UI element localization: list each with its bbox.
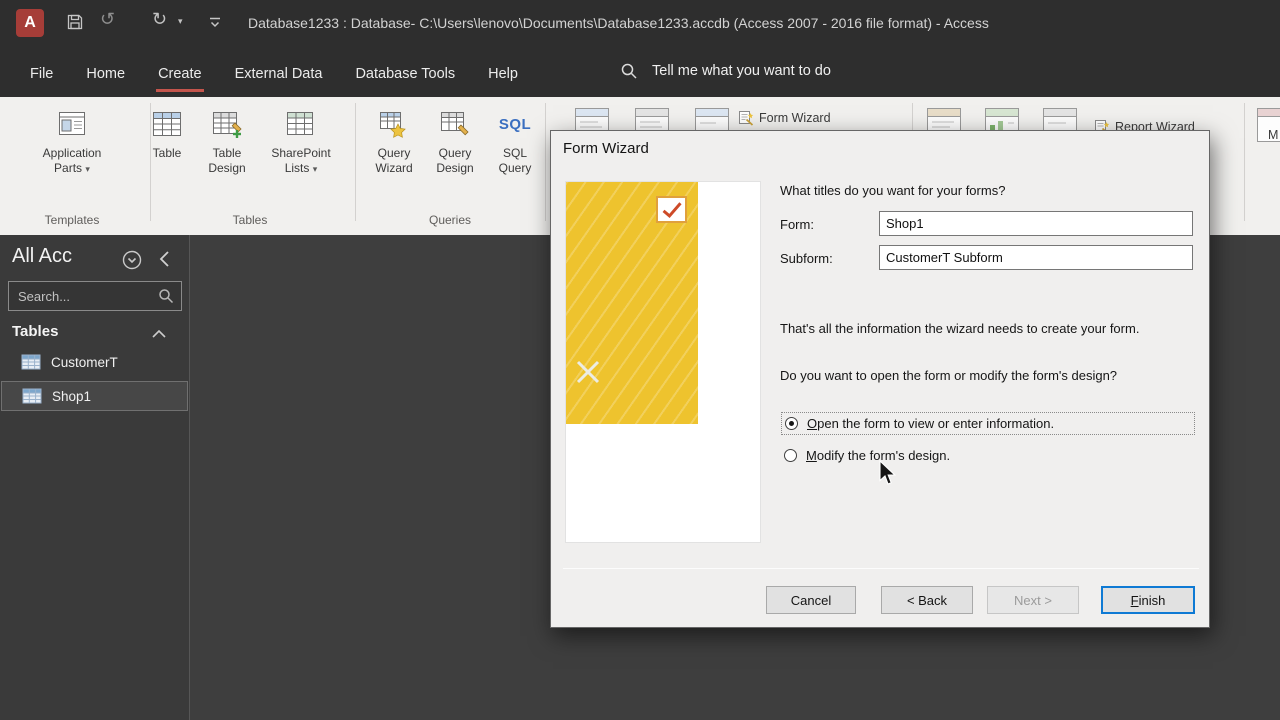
table-icon xyxy=(22,388,42,404)
query-design-icon xyxy=(440,107,470,141)
wizard-preview-image xyxy=(566,182,698,424)
table-icon xyxy=(152,107,182,141)
tell-me-label: Tell me what you want to do xyxy=(652,63,831,79)
application-parts-button[interactable]: Application Parts ▾ xyxy=(30,107,114,175)
tab-home[interactable]: Home xyxy=(84,53,127,92)
form-label: Form: xyxy=(780,217,814,232)
tab-file[interactable]: File xyxy=(28,53,55,92)
tab-external-data[interactable]: External Data xyxy=(233,53,325,92)
group-divider xyxy=(545,103,546,221)
customize-quick-access-icon[interactable] xyxy=(208,16,222,30)
navigation-pane: All Acc Tables CustomerT xyxy=(0,235,190,720)
search-input[interactable] xyxy=(8,281,182,311)
query-wizard-button[interactable]: Query Wizard xyxy=(362,107,426,175)
table-button[interactable]: Table xyxy=(139,107,195,161)
partial-group-label: M xyxy=(1268,128,1279,142)
sharepoint-lists-button[interactable]: SharePoint Lists ▾ xyxy=(263,107,339,175)
nav-item-customert[interactable]: CustomerT xyxy=(1,347,188,377)
button-label: Table Design xyxy=(208,146,246,175)
access-logo-icon: A xyxy=(16,9,44,37)
table-design-icon xyxy=(212,107,242,141)
radio-open-label: Open the form to view or enter informati… xyxy=(807,416,1055,431)
close-pane-icon[interactable] xyxy=(158,249,170,269)
tab-create[interactable]: Create xyxy=(156,53,204,92)
x-mark-icon xyxy=(574,358,602,386)
subform-name-input[interactable] xyxy=(879,245,1193,270)
nav-item-shop1[interactable]: Shop1 xyxy=(1,381,188,411)
back-button[interactable]: < Back xyxy=(881,586,973,614)
mouse-cursor xyxy=(878,460,898,488)
tell-me-box[interactable]: Tell me what you want to do xyxy=(620,62,831,80)
form-wizard-label: Form Wizard xyxy=(759,111,831,125)
chevron-up-icon[interactable] xyxy=(152,330,166,338)
undo-icon[interactable]: ↺ xyxy=(100,9,115,30)
button-label: Query Wizard xyxy=(375,146,413,175)
ribbon-tabs: File Home Create External Data Database … xyxy=(28,48,520,97)
section-header-tables[interactable]: Tables xyxy=(12,323,58,340)
button-label: Query Design xyxy=(436,146,474,175)
window-title: Database1233 : Database- C:\Users\lenovo… xyxy=(248,15,989,31)
cancel-button[interactable]: Cancel xyxy=(766,586,856,614)
nav-pane-title: All Acc xyxy=(12,245,73,267)
dialog-separator xyxy=(563,568,1199,569)
button-label: SQL Query xyxy=(498,146,532,175)
access-window: A ↺ ↻ ▾ Database1233 : Database- C:\User… xyxy=(0,0,1280,720)
form-wizard-icon xyxy=(738,110,754,126)
title-bar: A ↺ ↻ ▾ Database1233 : Database- C:\User… xyxy=(0,0,1280,48)
application-parts-icon xyxy=(57,107,87,141)
titles-question: What titles do you want for your forms? xyxy=(780,183,1006,198)
group-divider xyxy=(1244,103,1245,221)
dialog-title: Form Wizard xyxy=(563,140,649,157)
search-icon xyxy=(158,288,174,304)
tab-help[interactable]: Help xyxy=(486,53,520,92)
button-label: Table xyxy=(152,146,182,160)
nav-pane-menu-icon[interactable] xyxy=(122,250,142,270)
form-wizard-dialog: Form Wizard What titles do you want for … xyxy=(550,130,1210,628)
button-label: Application Parts xyxy=(42,146,102,175)
form-wizard-button[interactable]: Form Wizard xyxy=(738,110,831,126)
button-label: SharePoint Lists xyxy=(271,146,331,175)
wizard-preview xyxy=(565,181,761,543)
table-design-button[interactable]: Table Design xyxy=(196,107,258,175)
sharepoint-lists-icon xyxy=(286,107,316,141)
radio-button-icon[interactable] xyxy=(785,417,798,430)
group-divider xyxy=(355,103,356,221)
search-icon xyxy=(620,62,638,80)
radio-modify-design[interactable]: Modify the form's design. xyxy=(781,444,1195,467)
redo-icon[interactable]: ↻ xyxy=(152,9,167,30)
chevron-down-icon: ▾ xyxy=(312,163,318,174)
group-label-tables: Tables xyxy=(232,213,268,227)
group-label-queries: Queries xyxy=(428,213,472,227)
open-modify-question: Do you want to open the form or modify t… xyxy=(780,368,1118,383)
sql-query-icon: SQL xyxy=(498,115,532,133)
form-name-input[interactable] xyxy=(879,211,1193,236)
chevron-down-icon: ▾ xyxy=(85,163,90,174)
next-button[interactable]: Next > xyxy=(987,586,1079,614)
checkmark-icon xyxy=(656,196,687,223)
ribbon-tab-bar: File Home Create External Data Database … xyxy=(0,48,1280,97)
table-icon xyxy=(21,354,41,370)
query-design-button[interactable]: Query Design xyxy=(423,107,487,175)
redo-dropdown-icon[interactable]: ▾ xyxy=(178,16,183,27)
finish-button[interactable]: Finish xyxy=(1101,586,1195,614)
group-label-templates: Templates xyxy=(44,213,100,227)
sql-query-button[interactable]: SQL SQL Query xyxy=(489,107,541,175)
radio-button-icon[interactable] xyxy=(784,449,797,462)
wizard-info-text: That's all the information the wizard ne… xyxy=(780,321,1140,336)
tab-database-tools[interactable]: Database Tools xyxy=(353,53,457,92)
save-icon[interactable] xyxy=(66,13,84,31)
nav-item-label: Shop1 xyxy=(52,388,92,404)
nav-item-label: CustomerT xyxy=(51,354,118,370)
radio-open-form[interactable]: Open the form to view or enter informati… xyxy=(781,412,1195,435)
query-wizard-icon xyxy=(379,107,409,141)
subform-label: Subform: xyxy=(780,251,833,266)
